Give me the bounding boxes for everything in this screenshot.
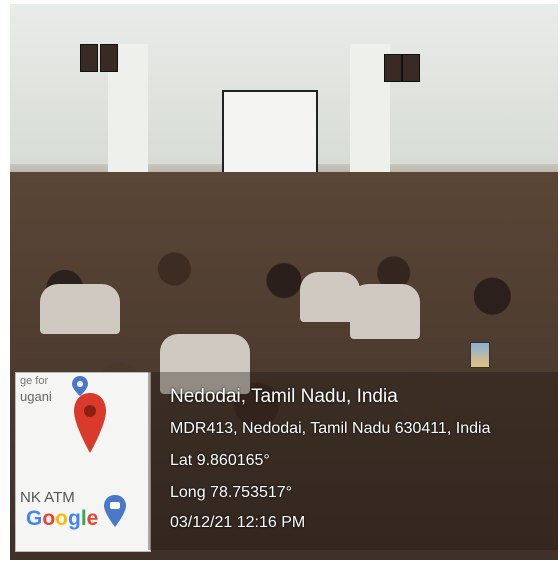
chair [40, 284, 120, 334]
geotag-overlay: Nedodai, Tamil Nadu, India MDR413, Nedod… [148, 372, 558, 550]
map-atm-label: NK ATM [20, 489, 75, 506]
speaker [384, 54, 402, 82]
geotag-address: MDR413, Nedodai, Tamil Nadu 630411, Indi… [170, 420, 491, 437]
geotag-place: Nedodai, Tamil Nadu, India [170, 386, 398, 407]
location-pin-icon [74, 393, 106, 453]
chair [350, 284, 420, 339]
map-town-label: ugani [20, 389, 52, 404]
google-logo: Google [26, 507, 99, 530]
speaker [402, 54, 420, 82]
map-place-label: ge for [20, 375, 49, 387]
geotag-timestamp: 03/12/21 12:16 PM [170, 514, 306, 531]
chat-bubble-icon [104, 495, 126, 527]
camera-thumbnail [470, 342, 490, 368]
speaker [80, 44, 98, 72]
speaker [100, 44, 118, 72]
geotag-latitude: Lat 9.860165° [170, 452, 270, 469]
map-thumbnail: ge for ugani NK ATM Google [15, 372, 151, 552]
geotag-longitude: Long 78.753517° [170, 484, 293, 501]
